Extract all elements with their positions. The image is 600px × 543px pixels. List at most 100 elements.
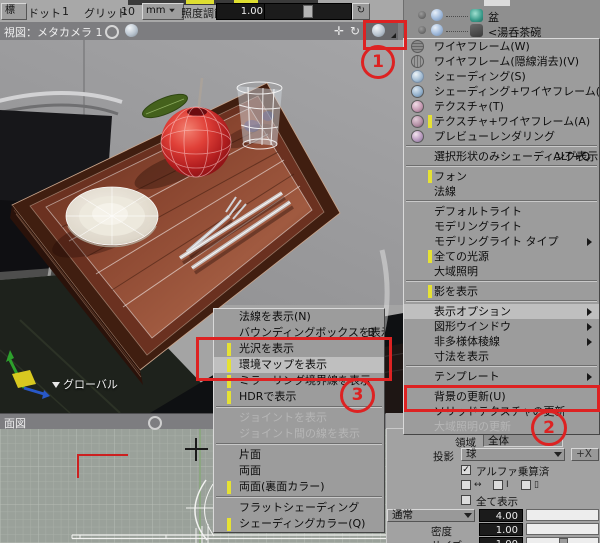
menu-item-preview-render[interactable]: プレビューレンダリング bbox=[404, 129, 599, 144]
menu-item-template[interactable]: テンプレート bbox=[404, 369, 599, 384]
slider-thumb[interactable] bbox=[303, 5, 313, 18]
annotation-circle-2: 2 bbox=[531, 410, 567, 446]
menu-item-graphics-window[interactable]: 図形ウインドウ bbox=[404, 319, 599, 334]
menu-item-shading[interactable]: シェーディング(S) bbox=[404, 69, 599, 84]
front-view-title[interactable]: 面図 bbox=[4, 415, 26, 431]
menu-item-update-global-illumination: 大域照明の更新 bbox=[434, 420, 511, 433]
shading-toggle-icon[interactable] bbox=[431, 24, 443, 36]
object-row-teacup[interactable]: <湯呑茶碗 bbox=[404, 23, 600, 39]
menu-item-show-normals[interactable]: 法線を表示(N) bbox=[214, 309, 384, 325]
target-icon[interactable] bbox=[105, 25, 119, 39]
wrap-u-checkbox[interactable] bbox=[461, 480, 471, 490]
size-label: サイズ bbox=[431, 538, 462, 543]
enabled-marker bbox=[428, 170, 432, 183]
density-slider[interactable] bbox=[526, 523, 599, 535]
glass-cup bbox=[236, 81, 283, 150]
pan-icon[interactable]: ✛ bbox=[334, 24, 344, 38]
coord-dropdown[interactable]: 標 bbox=[1, 3, 27, 26]
wireframe-sphere-icon bbox=[411, 40, 424, 53]
blend-value[interactable]: 4.00 bbox=[479, 509, 523, 522]
coordinate-mode-label[interactable]: グローバル bbox=[52, 376, 118, 392]
illumination-reset-button[interactable]: ↻ bbox=[352, 3, 370, 20]
object-row-tray[interactable]: 盆 bbox=[404, 8, 600, 24]
annotation-box-1 bbox=[363, 20, 407, 50]
menu-item-wireframe-hidden[interactable]: ワイヤフレーム(隠線消去)(V) bbox=[404, 54, 599, 69]
show-all-label: 全て表示 bbox=[476, 496, 518, 508]
menu-item-shading-color[interactable]: シェーディングカラー(Q) bbox=[214, 516, 384, 532]
material-mapping-panel: 領域 全体 投影 球 +X ✓ アルファ乗算済 ↔ Ⅰ ▯ 全て表示 通常 4.… bbox=[386, 428, 600, 543]
alpha-premultiplied-label: アルファ乗算済 bbox=[476, 466, 550, 478]
menu-item-show-shadow[interactable]: 影を表示 bbox=[404, 284, 599, 299]
enabled-marker bbox=[428, 250, 432, 263]
menu-item-double-sided[interactable]: 両面 bbox=[214, 463, 384, 479]
shading-toggle-icon[interactable] bbox=[431, 9, 443, 21]
orbit-icon[interactable]: ↻ bbox=[350, 24, 360, 38]
dropdown-arrow-icon bbox=[169, 8, 176, 12]
enabled-marker bbox=[227, 518, 231, 531]
menu-item-phong[interactable]: フォン bbox=[404, 169, 599, 184]
dropdown-arrow-icon bbox=[52, 382, 60, 388]
menu-item-display-options[interactable]: 表示オプション bbox=[404, 304, 599, 319]
menu-item-double-sided-backcolor[interactable]: 両面(裏面カラー) bbox=[214, 479, 384, 495]
target-icon[interactable] bbox=[148, 416, 162, 430]
dot-value[interactable]: 1 bbox=[62, 5, 69, 18]
menu-item-single-sided[interactable]: 片面 bbox=[214, 447, 384, 463]
menu-item-shading-wireframe[interactable]: シェーディング+ワイヤフレーム(H) bbox=[404, 84, 599, 99]
menu-item-all-lights[interactable]: 全ての光源 bbox=[404, 249, 599, 264]
tile-icon: ▯ bbox=[534, 480, 539, 490]
plate bbox=[65, 186, 159, 248]
size-value[interactable]: 1.00 bbox=[479, 537, 523, 543]
clamp-icon: Ⅰ bbox=[506, 480, 509, 490]
visibility-toggle-icon[interactable] bbox=[418, 26, 426, 34]
texture-wireframe-sphere-icon bbox=[411, 115, 424, 128]
viewport-title[interactable]: 視図：メタカメラ 1 bbox=[4, 24, 103, 40]
blend-slider[interactable] bbox=[526, 509, 599, 521]
dot-label: ドット bbox=[28, 7, 61, 20]
slider-thumb[interactable] bbox=[559, 538, 568, 543]
menu-item-modeling-light[interactable]: モデリングライト bbox=[404, 219, 599, 234]
density-label: 密度 bbox=[431, 526, 452, 538]
sphere-icon[interactable] bbox=[125, 24, 138, 37]
projection-label: 投影 bbox=[433, 451, 454, 463]
menu-item-selected-only-shading[interactable]: 選択形状のみシェーディング表示 ALT+Q bbox=[404, 149, 599, 164]
menu-item-show-dimensions[interactable]: 寸法を表示 bbox=[404, 349, 599, 364]
visibility-toggle-icon[interactable] bbox=[418, 11, 426, 19]
object-icon bbox=[470, 24, 483, 37]
menu-item-texture[interactable]: テクスチャ(T) bbox=[404, 99, 599, 114]
tile-checkbox[interactable] bbox=[521, 480, 531, 490]
flip-icon: ↔ bbox=[474, 480, 482, 490]
enabled-marker bbox=[428, 285, 432, 298]
alpha-premultiplied-checkbox[interactable]: ✓ bbox=[461, 465, 471, 475]
grid-value[interactable]: 10 bbox=[121, 5, 135, 18]
shortcut-label: ALT+Q bbox=[553, 150, 590, 163]
menu-item-non-manifold-edges[interactable]: 非多様体稜線 bbox=[404, 334, 599, 349]
illumination-value[interactable]: 1.00 bbox=[216, 3, 268, 20]
menu-item-normals[interactable]: 法線 bbox=[404, 184, 599, 199]
enabled-marker bbox=[227, 391, 231, 404]
active-tool-highlight bbox=[186, 0, 214, 4]
size-slider[interactable] bbox=[526, 537, 599, 543]
projection-dropdown[interactable]: 球 bbox=[461, 448, 565, 461]
illumination-slider[interactable] bbox=[264, 3, 352, 20]
reset-icon: ↻ bbox=[356, 5, 366, 16]
tree-line bbox=[446, 31, 468, 32]
menu-item-texture-wireframe[interactable]: テクスチャ+ワイヤフレーム(A) bbox=[404, 114, 599, 129]
menu-item-wireframe[interactable]: ワイヤフレーム(W) bbox=[404, 39, 599, 54]
density-value[interactable]: 1.00 bbox=[479, 523, 523, 536]
wrap-v-checkbox[interactable] bbox=[493, 480, 503, 490]
annotation-box-2 bbox=[404, 385, 600, 412]
shading-sphere-icon bbox=[411, 70, 424, 83]
enabled-marker bbox=[428, 115, 432, 128]
menu-item-modeling-light-type[interactable]: モデリングライト タイプ bbox=[404, 234, 599, 249]
menu-item-global-illumination[interactable]: 大域照明 bbox=[404, 264, 599, 279]
expand-axis-button[interactable]: +X bbox=[571, 448, 599, 461]
preview-render-sphere-icon bbox=[411, 130, 424, 143]
menu-item-default-light[interactable]: デフォルトライト bbox=[404, 204, 599, 219]
menu-item-flat-shading[interactable]: フラットシェーディング bbox=[214, 500, 384, 516]
tree-line bbox=[446, 16, 468, 17]
unit-dropdown[interactable]: mm bbox=[142, 3, 184, 20]
show-all-checkbox[interactable] bbox=[461, 495, 471, 505]
hidden-line-sphere-icon bbox=[411, 55, 424, 68]
blend-mode-dropdown[interactable]: 通常 bbox=[387, 509, 475, 522]
annotation-box-3 bbox=[196, 337, 392, 381]
